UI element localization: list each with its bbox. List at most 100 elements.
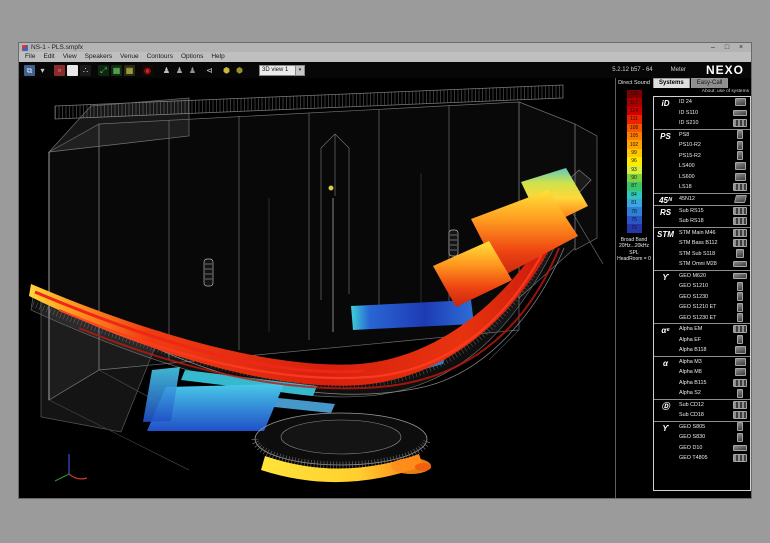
menu-edit[interactable]: Edit xyxy=(39,52,58,62)
speaker-list-item[interactable]: ID S210 xyxy=(677,118,750,129)
speaker-list-item[interactable]: LS400 xyxy=(677,161,750,172)
speaker-list-item[interactable]: PS8 xyxy=(677,130,750,141)
wall-column-speaker-right[interactable] xyxy=(449,230,458,256)
scale-cell: 99 xyxy=(627,149,642,157)
speaker-name: PS10-R2 xyxy=(677,142,730,148)
speaker-list-item[interactable]: LS18 xyxy=(677,182,750,193)
speaker-list-item[interactable]: STM Main M46 xyxy=(677,228,750,239)
new-doc-icon[interactable] xyxy=(67,65,78,76)
speaker-name: STM Sub S118 xyxy=(677,251,730,257)
speaker-thumb-icon xyxy=(730,346,750,354)
menu-file[interactable]: File xyxy=(21,52,39,62)
speaker-thumb-icon xyxy=(730,110,750,116)
menu-speakers[interactable]: Speakers xyxy=(81,52,116,62)
maximize-button[interactable]: □ xyxy=(720,43,734,52)
speaker-list-item[interactable]: Alpha M8 xyxy=(677,367,750,378)
array-yellow-icon[interactable]: ⬢ xyxy=(221,65,232,76)
speaker-name: GEO S1210 ET xyxy=(677,304,730,310)
speaker-small-icon[interactable]: ⊲ xyxy=(204,65,215,76)
speaker-list-item[interactable]: GEO S1230 ET xyxy=(677,313,750,324)
speaker-thumb-icon xyxy=(730,141,750,150)
scale-cell: 105 xyxy=(627,132,642,140)
speaker-list-item[interactable]: PS15-R2 xyxy=(677,151,750,162)
view-selector[interactable]: 3D view 1 ▾ xyxy=(259,65,305,76)
tab-systems[interactable]: Systems xyxy=(653,78,690,88)
speaker-list-item[interactable]: Sub CD12 xyxy=(677,400,750,411)
viewport-3d[interactable] xyxy=(19,78,615,498)
speaker-list-item[interactable]: Alpha S2 xyxy=(677,388,750,399)
speaker-list-item[interactable]: LS600 xyxy=(677,172,750,183)
speaker-thumb-icon xyxy=(730,130,750,139)
panel-tabs: Systems Easy-Call xyxy=(653,78,751,88)
speaker-list-item[interactable]: GEO S830 xyxy=(677,432,750,443)
menu-view[interactable]: View xyxy=(59,52,81,62)
view-grid-olive-icon[interactable]: ▦ xyxy=(124,65,135,76)
view-grid-green-icon[interactable]: ▦ xyxy=(111,65,122,76)
speaker-list-item[interactable]: GEO S1210 ET xyxy=(677,302,750,313)
open-file-icon[interactable]: ⧉ xyxy=(24,65,35,76)
mute-icon[interactable]: ◉ xyxy=(142,65,153,76)
series-logo: ϒ xyxy=(654,271,677,324)
speaker-list-item[interactable]: GEO S1230 xyxy=(677,292,750,303)
menu-options[interactable]: Options xyxy=(177,52,207,62)
wall-column-speaker-left[interactable] xyxy=(204,259,213,286)
zoom-extents-icon[interactable]: ⤢ xyxy=(98,65,109,76)
speaker-thumb-icon xyxy=(730,162,750,170)
speaker-list-item[interactable]: Sub CD18 xyxy=(677,410,750,421)
scale-cell: 117 xyxy=(627,98,642,106)
network-icon[interactable]: ∴ xyxy=(80,65,91,76)
speaker-group-id: iDID 24ID S110ID S210 xyxy=(654,97,750,129)
speaker-group-alpha: αAlpha M3Alpha M8Alpha B115Alpha S2 xyxy=(654,356,750,399)
speaker-list-item[interactable]: STM Bass B112 xyxy=(677,238,750,249)
speaker-list-item[interactable]: STM Omni M28 xyxy=(677,259,750,270)
speaker-list-item[interactable]: GEO M620 xyxy=(677,271,750,282)
title-bar[interactable]: NS-1 - PLS.smpfx – □ × xyxy=(19,43,751,52)
speaker-thumb-icon xyxy=(730,119,750,127)
speaker-list-item[interactable]: GEO T4805 xyxy=(677,453,750,464)
speaker-list-item[interactable]: GEO S805 xyxy=(677,422,750,433)
speaker-name: GEO S1230 xyxy=(677,294,730,300)
menu-help[interactable]: Help xyxy=(207,52,228,62)
scale-cell: 72 xyxy=(627,224,642,232)
speaker-list-item[interactable]: Alpha M3 xyxy=(677,357,750,368)
minimize-button[interactable]: – xyxy=(706,43,720,52)
speaker-list-item[interactable]: Alpha EM xyxy=(677,324,750,335)
speaker-name: Sub RS18 xyxy=(677,218,730,224)
speaker-group-geo: ϒGEO M620GEO S1210 GEO S1230 GEO S1210 ET G… xyxy=(654,270,750,324)
listener-3-icon[interactable]: ♟ xyxy=(187,65,198,76)
array-olive-icon[interactable]: ⬢ xyxy=(234,65,245,76)
speaker-list-item[interactable]: Alpha EF xyxy=(677,335,750,346)
source-marker[interactable] xyxy=(329,186,334,191)
speaker-list-item[interactable]: ID S110 xyxy=(677,108,750,119)
speaker-thumb-icon xyxy=(730,303,750,312)
speaker-thumb-icon xyxy=(730,411,750,419)
chevron-down-icon[interactable]: ▾ xyxy=(295,66,304,75)
speaker-list-item[interactable]: Alpha B118 xyxy=(677,345,750,356)
save-icon[interactable]: ▫ xyxy=(54,65,65,76)
speaker-thumb-icon xyxy=(730,229,750,237)
speaker-name: GEO S1210 xyxy=(677,283,730,289)
main-content: Direct Sound 120117114111108105102999693… xyxy=(19,78,751,498)
open-dropdown-icon[interactable]: ▾ xyxy=(37,65,48,76)
close-button[interactable]: × xyxy=(734,43,748,52)
menu-venue[interactable]: Venue xyxy=(116,52,142,62)
speaker-list-item[interactable]: STM Sub S118 xyxy=(677,249,750,260)
speaker-thumb-icon xyxy=(730,273,750,279)
speaker-list-item[interactable]: ID 24 xyxy=(677,97,750,108)
speaker-list-item[interactable]: Sub RS18 xyxy=(677,216,750,227)
speaker-list-item[interactable]: PS10-R2 xyxy=(677,140,750,151)
speaker-thumb-icon xyxy=(730,261,750,267)
speaker-thumb-icon xyxy=(730,173,750,181)
speaker-list-item[interactable]: Sub RS15 xyxy=(677,206,750,217)
speaker-list-item[interactable]: Alpha B115 xyxy=(677,378,750,389)
menu-contours[interactable]: Contours xyxy=(143,52,177,62)
scale-footer-line: 20Hz...20kHz xyxy=(617,243,651,250)
speaker-list-item[interactable]: 45N12 xyxy=(677,194,750,205)
speaker-list-item[interactable]: GEO S1210 xyxy=(677,281,750,292)
listener-2-icon[interactable]: ♟ xyxy=(174,65,185,76)
listener-1-icon[interactable]: ♟ xyxy=(161,65,172,76)
speaker-name: PS15-R2 xyxy=(677,153,730,159)
speaker-list-item[interactable]: GEO D10 xyxy=(677,443,750,454)
speaker-name: GEO S805 xyxy=(677,424,730,430)
tab-easy-call[interactable]: Easy-Call xyxy=(691,78,729,88)
